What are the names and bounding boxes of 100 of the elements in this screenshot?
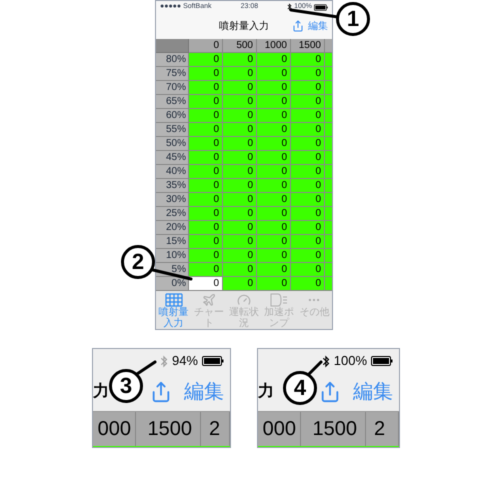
table-cell[interactable]: 0 [223, 235, 257, 249]
table-cell[interactable]: 0 [257, 179, 291, 193]
row-label: 65% [156, 95, 189, 109]
row-label: 30% [156, 193, 189, 207]
table-cell[interactable]: 0 [291, 53, 325, 67]
table-cell[interactable]: 0 [189, 137, 223, 151]
table-cell[interactable]: 0 [291, 235, 325, 249]
table-cell[interactable]: 0 [257, 235, 291, 249]
table-cell[interactable]: 0 [223, 81, 257, 95]
table-cell[interactable]: 0 [257, 137, 291, 151]
table-cell[interactable]: 0 [291, 109, 325, 123]
table-cell[interactable]: 0 [291, 263, 325, 277]
gauge-icon [236, 293, 251, 307]
table-cell[interactable]: 0 [291, 249, 325, 263]
table-cell[interactable]: 0 [291, 95, 325, 109]
bluetooth-icon [287, 3, 292, 11]
row-label: 15% [156, 235, 189, 249]
table-cell[interactable]: 0 [257, 193, 291, 207]
share-icon[interactable] [319, 381, 341, 403]
table-cell[interactable]: 0 [291, 165, 325, 179]
row-label: 80% [156, 53, 189, 67]
table-cell[interactable]: 0 [257, 207, 291, 221]
table-cell[interactable]: 0 [189, 221, 223, 235]
table-cell[interactable]: 0 [223, 179, 257, 193]
table-cell[interactable]: 0 [291, 277, 325, 291]
table-cell[interactable]: 0 [189, 151, 223, 165]
table-cell[interactable]: 0 [189, 95, 223, 109]
table-cell[interactable]: 0 [223, 67, 257, 81]
table-cell[interactable]: 0 [189, 165, 223, 179]
callout-number: 2 [121, 245, 155, 279]
table-cell[interactable]: 0 [189, 123, 223, 137]
table-cell[interactable]: 0 [223, 165, 257, 179]
table-cell[interactable]: 0 [257, 165, 291, 179]
table-cell[interactable]: 0 [189, 263, 223, 277]
column-header: 2 [366, 412, 399, 446]
table-cell[interactable]: 0 [223, 95, 257, 109]
table-cell[interactable]: 0 [189, 235, 223, 249]
table-cell[interactable]: 0 [291, 179, 325, 193]
row-label: 45% [156, 151, 189, 165]
table-cell[interactable]: 0 [291, 151, 325, 165]
table-cell[interactable]: 0 [257, 95, 291, 109]
table-cell[interactable]: 0 [189, 81, 223, 95]
table-cell[interactable]: 0 [223, 137, 257, 151]
column-header: 2 [201, 412, 230, 446]
table-cell[interactable]: 0 [223, 53, 257, 67]
column-header: 500 [223, 39, 257, 53]
table-cell[interactable]: 0 [257, 81, 291, 95]
row-label: 55% [156, 123, 189, 137]
share-icon[interactable] [150, 381, 172, 403]
column-header: 1500 [136, 412, 201, 446]
row-label: 20% [156, 221, 189, 235]
table-cell[interactable]: 0 [223, 123, 257, 137]
table-cell[interactable]: 0 [223, 277, 257, 291]
table-cell[interactable]: 0 [291, 137, 325, 151]
row-label: 0% [156, 277, 189, 291]
table-cell[interactable]: 0 [257, 151, 291, 165]
battery-icon [371, 356, 393, 366]
table-cell[interactable]: 0 [223, 151, 257, 165]
corner-cell [156, 39, 189, 53]
table-cell[interactable]: 0 [257, 263, 291, 277]
table-cell[interactable]: 0 [291, 193, 325, 207]
row-label: 75% [156, 67, 189, 81]
table-cell[interactable]: 0 [189, 277, 223, 291]
table-cell[interactable]: 0 [257, 123, 291, 137]
table-cell[interactable]: 0 [223, 207, 257, 221]
table-cell[interactable]: 0 [291, 81, 325, 95]
table-cell[interactable]: 0 [223, 221, 257, 235]
column-header [325, 39, 332, 53]
table-cell[interactable]: 0 [291, 123, 325, 137]
table-cell[interactable]: 0 [257, 221, 291, 235]
table-cell[interactable]: 0 [189, 179, 223, 193]
table-cell[interactable]: 0 [189, 249, 223, 263]
table-cell[interactable]: 0 [291, 207, 325, 221]
battery-icon [314, 4, 328, 10]
table-cell[interactable]: 0 [223, 249, 257, 263]
table-cell[interactable]: 0 [223, 193, 257, 207]
table-cell[interactable]: 0 [189, 109, 223, 123]
battery-label: 94% [172, 352, 198, 370]
column-header: 1000 [257, 39, 291, 53]
screen-title: 噴射量入力 [219, 20, 269, 34]
table-cell[interactable]: 0 [223, 109, 257, 123]
table-cell[interactable]: 0 [257, 109, 291, 123]
row-label: 60% [156, 109, 189, 123]
leader-line [136, 360, 156, 376]
table-cell[interactable]: 0 [257, 53, 291, 67]
grid-icon [164, 293, 183, 307]
leader-line [308, 360, 322, 376]
table-cell[interactable]: 0 [291, 221, 325, 235]
row-label: 40% [156, 165, 189, 179]
table-cell[interactable]: 0 [291, 67, 325, 81]
row-label: 35% [156, 179, 189, 193]
table-cell[interactable]: 0 [189, 67, 223, 81]
table-cell[interactable]: 0 [257, 277, 291, 291]
table-cell[interactable]: 0 [189, 53, 223, 67]
table-cell[interactable]: 0 [223, 263, 257, 277]
table-cell[interactable]: 0 [189, 193, 223, 207]
table-cell[interactable]: 0 [257, 67, 291, 81]
share-icon[interactable] [292, 20, 304, 32]
table-cell[interactable]: 0 [189, 207, 223, 221]
table-cell[interactable]: 0 [257, 249, 291, 263]
